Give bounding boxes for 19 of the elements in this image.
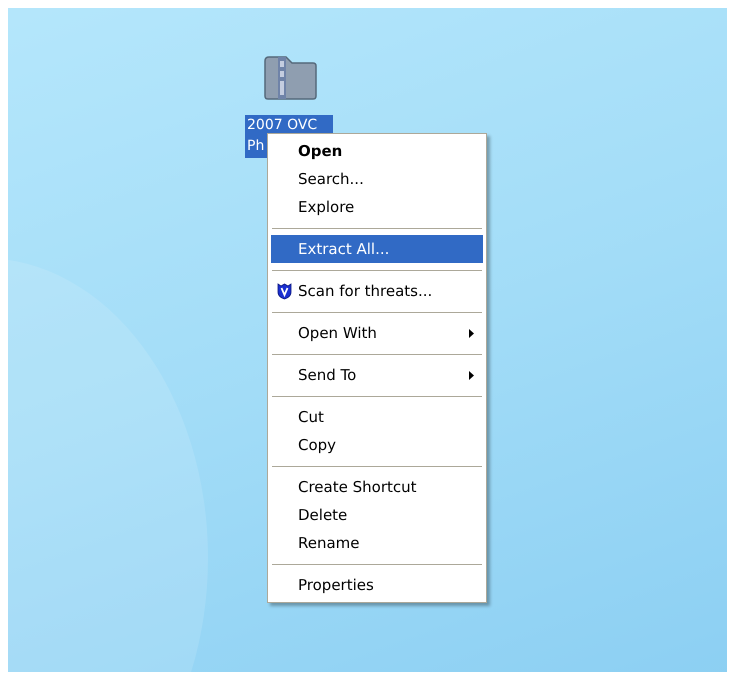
submenu-arrow-icon — [469, 329, 474, 338]
shield-icon — [277, 283, 292, 300]
menu-item[interactable]: Cut — [271, 403, 483, 431]
menu-item[interactable]: Search... — [271, 165, 483, 193]
menu-item[interactable]: Explore — [271, 193, 483, 221]
file-name-label: Ph — [247, 137, 264, 156]
menu-item[interactable]: Open With — [271, 319, 483, 347]
menu-item[interactable]: Open — [271, 137, 483, 165]
zipped-folder-icon[interactable] — [262, 55, 318, 101]
file-name-label: 2007 OVC — [247, 116, 318, 135]
menu-item[interactable]: Extract All... — [271, 235, 483, 263]
menu-item[interactable]: Create Shortcut — [271, 473, 483, 501]
menu-item[interactable]: Copy — [271, 431, 483, 459]
menu-item[interactable]: Delete — [271, 501, 483, 529]
menu-item[interactable]: Rename — [271, 529, 483, 557]
menu-item[interactable]: Send To — [271, 361, 483, 389]
menu-item[interactable]: Scan for threats... — [271, 277, 483, 305]
submenu-arrow-icon — [469, 371, 474, 380]
menu-item[interactable]: Properties — [271, 571, 483, 599]
